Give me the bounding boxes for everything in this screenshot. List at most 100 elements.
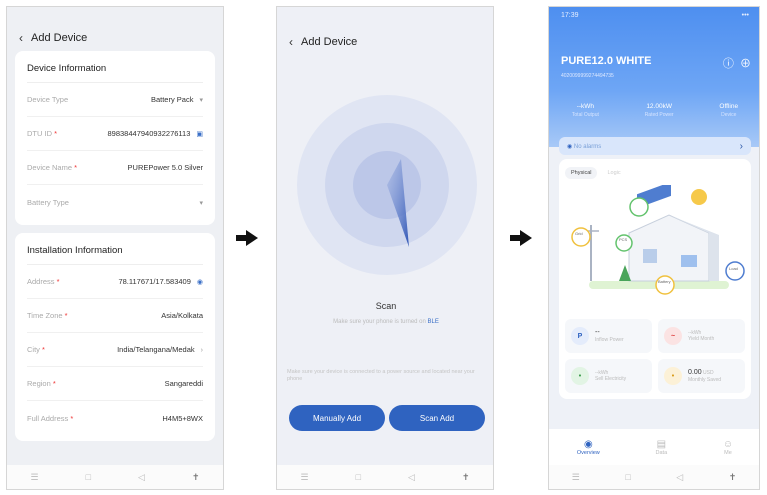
back-triangle-icon[interactable]: ◁ bbox=[138, 472, 145, 483]
address-row[interactable]: Address * 78.117671/17.583409 ◉ bbox=[27, 265, 203, 299]
required-mark: * bbox=[56, 277, 60, 286]
battery-type-label: Battery Type bbox=[27, 197, 69, 207]
device-serial: 4020099999274494735 bbox=[561, 73, 614, 79]
tab-logic[interactable]: Logic bbox=[601, 167, 626, 179]
device-name-label: Device Name bbox=[27, 163, 73, 172]
node-grid: Grid bbox=[575, 231, 583, 236]
address-value: 78.117671/17.583409 bbox=[118, 277, 191, 286]
add-icon[interactable]: ⊕ bbox=[740, 58, 751, 70]
menu-icon[interactable]: ☰ bbox=[31, 472, 39, 483]
accessibility-icon[interactable]: ✝ bbox=[192, 472, 200, 483]
required-mark: * bbox=[70, 413, 74, 423]
header-icons: ⓘ ⊕ bbox=[723, 55, 751, 71]
tab-me[interactable]: ☺ Me bbox=[723, 439, 733, 456]
install-info-card: Installation Information Address * 78.11… bbox=[15, 233, 215, 441]
time-zone-row[interactable]: Time Zone * Asia/Kolkata bbox=[27, 299, 203, 333]
back-triangle-icon[interactable]: ◁ bbox=[408, 472, 415, 483]
status-bar: 17:39 ••• bbox=[549, 7, 759, 24]
energy-flow-illustration: Grid PCS Battery Load bbox=[571, 185, 745, 295]
wave-icon: ~ bbox=[664, 327, 682, 345]
coin-icon: • bbox=[664, 367, 682, 385]
tile-inflow-power[interactable]: P -- Inflow Power bbox=[565, 319, 652, 353]
address-label: Address bbox=[27, 277, 55, 286]
accessibility-icon[interactable]: ✝ bbox=[462, 472, 470, 483]
time-zone-label: Time Zone bbox=[27, 311, 63, 320]
tab-physical[interactable]: Physical bbox=[565, 167, 598, 179]
full-address-label: Full Address bbox=[27, 413, 69, 423]
tab-data[interactable]: ▤ Data bbox=[656, 439, 668, 456]
city-row[interactable]: City * India/Telangana/Medak › bbox=[27, 333, 203, 367]
user-icon: ☺ bbox=[722, 438, 734, 450]
leaf-icon: • bbox=[571, 367, 589, 385]
device-type-row[interactable]: Device Type Battery Pack ▾ bbox=[27, 83, 203, 117]
full-address-row[interactable]: Full Address * H4M5+8WX bbox=[27, 401, 203, 435]
region-row[interactable]: Region * Sangareddi bbox=[27, 367, 203, 401]
menu-icon[interactable]: ☰ bbox=[572, 472, 580, 483]
device-overview-screen: 17:39 ••• PURE12.0 WHITE 4020099999274494… bbox=[548, 6, 760, 490]
metric-tiles: P -- Inflow Power ~ --kWh Yield Month • --… bbox=[565, 319, 745, 393]
dropdown-icon: ▾ bbox=[199, 199, 203, 207]
scan-screen: ‹ Add Device Scan Make sure your phone i… bbox=[276, 6, 494, 490]
stat-total-output: --kWh Total Output bbox=[571, 103, 599, 118]
battery-type-row[interactable]: Battery Type ▾ bbox=[27, 185, 203, 219]
node-battery: Battery bbox=[658, 279, 671, 284]
bell-icon: ◉ bbox=[567, 143, 573, 150]
chevron-right-icon: › bbox=[200, 347, 203, 354]
back-arrow-icon[interactable]: ‹ bbox=[19, 31, 23, 45]
scan-code-icon[interactable]: ▣ bbox=[196, 131, 203, 138]
manually-add-button[interactable]: Manually Add bbox=[289, 405, 385, 431]
back-arrow-icon[interactable]: ‹ bbox=[289, 35, 293, 49]
stat-rated-power: 12.00kW Rated Power bbox=[644, 103, 674, 118]
dtu-id-label: DTU ID bbox=[27, 129, 52, 138]
tile-monthly-saved[interactable]: • 0.00 USD Monthly Saved bbox=[658, 359, 745, 393]
accessibility-icon[interactable]: ✝ bbox=[729, 472, 737, 483]
home-icon[interactable]: □ bbox=[86, 472, 91, 482]
node-pcs: PCS bbox=[619, 237, 628, 242]
required-mark: * bbox=[64, 311, 68, 320]
required-mark: * bbox=[52, 379, 56, 388]
dtu-id-row[interactable]: DTU ID * 89838447940932276113 ▣ bbox=[27, 117, 203, 151]
dtu-id-value: 89838447940932276113 bbox=[107, 129, 191, 138]
device-type-label: Device Type bbox=[27, 95, 69, 104]
location-pin-icon[interactable]: ◉ bbox=[197, 279, 203, 286]
top-bar: ‹ Add Device bbox=[277, 29, 493, 55]
system-nav-bar: ☰ □ ◁ ✝ bbox=[277, 465, 493, 489]
page-title: Add Device bbox=[31, 32, 88, 44]
city-label: City bbox=[27, 345, 40, 354]
flow-arrow-icon bbox=[510, 230, 532, 246]
radar-scan-graphic bbox=[297, 95, 477, 275]
scan-subtitle: Make sure your phone is turned on BLE bbox=[333, 319, 439, 325]
radar-beam-icon bbox=[387, 159, 409, 247]
tab-overview[interactable]: ◉ Overview bbox=[577, 439, 600, 456]
device-stats: --kWh Total Output 12.00kW Rated Power Off… bbox=[549, 103, 759, 118]
chevron-right-icon: › bbox=[739, 140, 743, 152]
device-name-row[interactable]: Device Name * PUREPower 5.0 Silver bbox=[27, 151, 203, 185]
region-value: Sangareddi bbox=[164, 379, 203, 388]
back-triangle-icon[interactable]: ◁ bbox=[676, 472, 683, 483]
overview-icon: ◉ bbox=[583, 438, 593, 450]
required-mark: * bbox=[42, 345, 45, 354]
device-info-heading: Device Information bbox=[27, 57, 203, 83]
scan-add-button[interactable]: Scan Add bbox=[389, 405, 485, 431]
home-icon[interactable]: □ bbox=[356, 472, 361, 482]
dropdown-icon: ▾ bbox=[199, 97, 203, 104]
alarm-bar[interactable]: ◉ No alarms › bbox=[559, 137, 751, 155]
info-icon[interactable]: ⓘ bbox=[723, 58, 734, 70]
device-info-card: Device Information Device Type Battery P… bbox=[15, 51, 215, 225]
flow-arrow-icon bbox=[236, 230, 258, 246]
stat-status: Offline Device bbox=[719, 103, 739, 118]
house-icon bbox=[628, 214, 710, 282]
city-value: India/Telangana/Medak bbox=[117, 345, 195, 354]
region-label: Region bbox=[27, 379, 51, 388]
tile-sell-electricity[interactable]: • --kWh Sell Electricity bbox=[565, 359, 652, 393]
menu-icon[interactable]: ☰ bbox=[301, 472, 309, 483]
plug-icon: P bbox=[571, 327, 589, 345]
app-tab-bar: ◉ Overview ▤ Data ☺ Me bbox=[549, 429, 759, 465]
status-bar bbox=[7, 7, 223, 25]
clock: 17:39 bbox=[561, 12, 579, 19]
top-bar: ‹ Add Device bbox=[7, 25, 223, 51]
energy-flow-panel: Physical Logic Grid PCS Battery Load P -… bbox=[559, 159, 751, 399]
tile-yield-month[interactable]: ~ --kWh Yield Month bbox=[658, 319, 745, 353]
home-icon[interactable]: □ bbox=[625, 472, 630, 482]
signal-icon: ••• bbox=[741, 12, 749, 19]
